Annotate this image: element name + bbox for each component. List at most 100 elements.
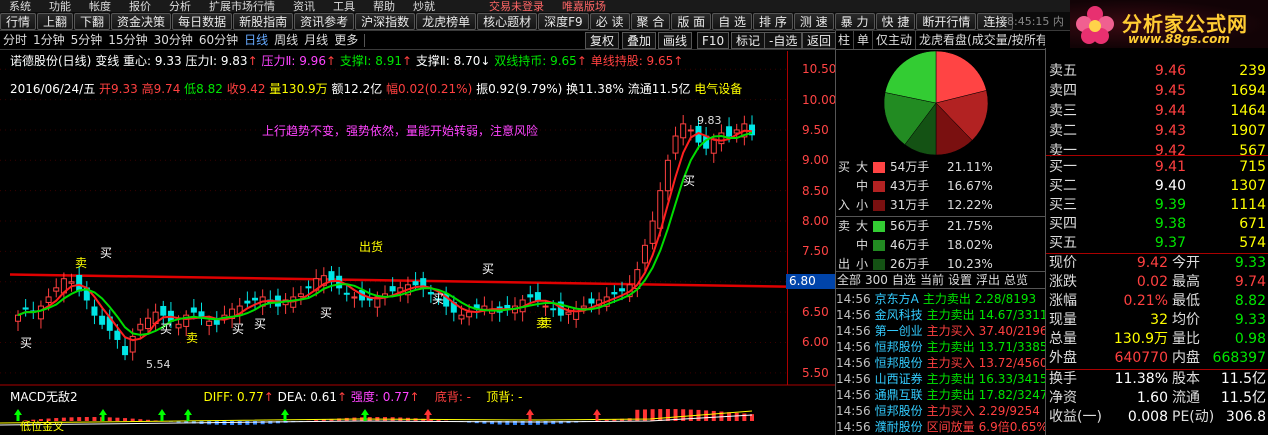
candle-body (710, 138, 717, 154)
flow-size: 小 (856, 198, 869, 212)
candle-body (22, 307, 29, 310)
tick-row[interactable]: 14:56 山西证券 主力卖出 16.33/3415 (836, 371, 1045, 387)
order-price: 9.46 (1154, 63, 1186, 79)
toolbar-button-1[interactable]: 上翻 (37, 13, 74, 30)
toolbar-button-16[interactable]: 测 速 (793, 13, 834, 30)
chart-button-4[interactable]: 标记 (731, 32, 766, 49)
tick-row[interactable]: 14:56 恒邦股份 主力卖出 13.71/3385 (836, 339, 1045, 355)
tick-row[interactable]: 14:56 恒邦股份 主力买入 2.29/9254 (836, 403, 1045, 419)
tick-row[interactable]: 14:56 恒邦股份 主力买入 13.72/4560 (836, 355, 1045, 371)
chart-button-6[interactable]: 返回 (802, 32, 835, 49)
menu-item-0[interactable]: 系统 (0, 1, 40, 13)
stat-row: 涨跌 0.02 最高 9.74 (1046, 273, 1268, 292)
tick-menu-item-5[interactable]: 浮出 (974, 272, 1002, 289)
mid-tab-1[interactable]: 单 (854, 31, 874, 49)
flow-row: 中 46万手 18.02% (835, 236, 1045, 255)
period-tab-6[interactable]: 日线 (241, 31, 271, 49)
macd-bar (230, 421, 235, 425)
mid-tab-3[interactable]: 龙虎看盘(成交量/按所有) (916, 31, 1045, 49)
tick-menu-item-2[interactable]: 自选 (890, 272, 918, 289)
support2-value: 支撑Ⅱ: 8.70 (415, 54, 481, 68)
toolbar-button-12[interactable]: 聚 合 (630, 13, 671, 30)
order-row: 买二 9.40 1307 (1046, 176, 1268, 196)
toolbar-button-17[interactable]: 暴 力 (834, 13, 875, 30)
bar-info-line: 2016/06/24/五 开9.33 高9.74 低8.82 收9.42 量13… (10, 80, 742, 97)
macd-bottom: 底背: - (434, 390, 472, 404)
period-tab-3[interactable]: 15分钟 (105, 31, 150, 49)
menu-item-3[interactable]: 报价 (120, 1, 160, 13)
macd-bar (123, 418, 128, 421)
toolbar-button-5[interactable]: 新股指南 (233, 13, 294, 30)
toolbar-button-9[interactable]: 核心题材 (477, 13, 538, 30)
toolbar-button-10[interactable]: 深度F9 (538, 13, 589, 30)
toolbar-button-0[interactable]: 行情 (0, 13, 37, 30)
menu-item-12[interactable]: 交易未登录 (480, 1, 553, 13)
menu-item-5[interactable]: 扩展市场行情 (200, 1, 284, 13)
tick-menu-item-6[interactable]: 总览 (1002, 272, 1030, 289)
price-tick: 10.00 (802, 92, 837, 107)
toolbar-button-19[interactable]: 断开行情 (916, 13, 977, 30)
period-tab-4[interactable]: 30分钟 (151, 31, 196, 49)
toolbar-button-8[interactable]: 龙虎榜单 (416, 13, 477, 30)
toolbar-button-14[interactable]: 自 选 (712, 13, 753, 30)
period-tab-9[interactable]: 更多 (331, 31, 361, 49)
toolbar-button-18[interactable]: 快 捷 (875, 13, 916, 30)
tick-row[interactable]: 14:56 京东方A 主力卖出 2.28/8193 (836, 291, 1045, 307)
candle-body (641, 244, 648, 264)
tick-row[interactable]: 14:56 濮耐股份 区间放量 6.9倍0.65% (836, 419, 1045, 435)
tick-row[interactable]: 14:56 第一创业 主力买入 37.40/2196 (836, 323, 1045, 339)
flow-volume: 54万手 (890, 160, 930, 174)
menu-item-4[interactable]: 分析 (160, 1, 200, 13)
menu-item-13[interactable]: 唯嘉版场 (553, 1, 615, 13)
tick-value: 17.82/3247 (978, 388, 1045, 402)
order-level: 买一 (1049, 159, 1077, 175)
chart-button-5[interactable]: -自选 (764, 32, 803, 49)
chart-button-1[interactable]: 叠加 (622, 32, 657, 49)
stat-value: 9.33 (1234, 255, 1266, 271)
period-tab-7[interactable]: 周线 (271, 31, 301, 49)
macd-bar (658, 409, 663, 421)
menu-item-1[interactable]: 功能 (40, 1, 80, 13)
toolbar-button-7[interactable]: 沪深指数 (355, 13, 416, 30)
chart-button-2[interactable]: 画线 (658, 32, 693, 49)
menu-item-9[interactable]: 炒就 (404, 1, 444, 13)
menu-item-6[interactable]: 资讯 (284, 1, 324, 13)
toolbar-button-15[interactable]: 排 序 (753, 13, 793, 30)
tick-menu-item-0[interactable]: 全部 (835, 272, 863, 289)
toolbar-button-3[interactable]: 资金决策 (111, 13, 172, 30)
period-tab-0[interactable]: 分时 (0, 31, 30, 49)
period-tab-2[interactable]: 5分钟 (68, 31, 106, 49)
toolbar-button-4[interactable]: 每日数据 (172, 13, 233, 30)
period-tab-8[interactable]: 月线 (301, 31, 331, 49)
chart-button-3[interactable]: F10 (697, 32, 730, 49)
toolbar-button-11[interactable]: 必 读 (589, 13, 630, 30)
toolbar-button-13[interactable]: 版 面 (671, 13, 712, 30)
kline-chart[interactable]: 买卖买买卖买 买买买卖卖出货买买5.549.83低位金叉 (0, 51, 835, 435)
tick-menu-item-1[interactable]: 300 (863, 272, 890, 289)
mid-tab-2[interactable]: 仅主动 (873, 31, 917, 49)
tick-action: 主力买入 (926, 324, 975, 338)
period-tab-5[interactable]: 60分钟 (196, 31, 241, 49)
mid-tab-0[interactable]: 柱 (835, 31, 855, 49)
period-tab-1[interactable]: 1分钟 (30, 31, 68, 49)
stat-value: 32 (1150, 312, 1168, 328)
stat-row: 涨幅 0.21% 最低 8.82 (1046, 292, 1268, 311)
menu-item-2[interactable]: 帐度 (80, 1, 120, 13)
tick-menu-item-4[interactable]: 设置 (946, 272, 974, 289)
tick-menu-item-3[interactable]: 当前 (918, 272, 946, 289)
toolbar-button-6[interactable]: 资讯参考 (294, 13, 355, 30)
flow-row: 入小 31万手 12.22% (835, 196, 1045, 215)
toolbar-button-2[interactable]: 下翻 (74, 13, 111, 30)
flow-swatch (873, 240, 885, 251)
tick-time: 14:56 (836, 324, 871, 338)
menu-item-7[interactable]: 工具 (324, 1, 364, 13)
tick-row[interactable]: 14:56 金风科技 主力卖出 14.67/3311 (836, 307, 1045, 323)
chart-button-0[interactable]: 复权 (585, 32, 620, 49)
tick-row[interactable]: 14:56 通鼎互联 主力卖出 17.82/3247 (836, 387, 1045, 403)
book-divider (1046, 155, 1268, 156)
menu-item-8[interactable]: 帮助 (364, 1, 404, 13)
stat-label: 内盘 (1172, 350, 1200, 366)
macd-arrow-icon (184, 409, 192, 421)
flow-swatch (873, 259, 885, 270)
price-tick: 8.50 (802, 183, 829, 198)
